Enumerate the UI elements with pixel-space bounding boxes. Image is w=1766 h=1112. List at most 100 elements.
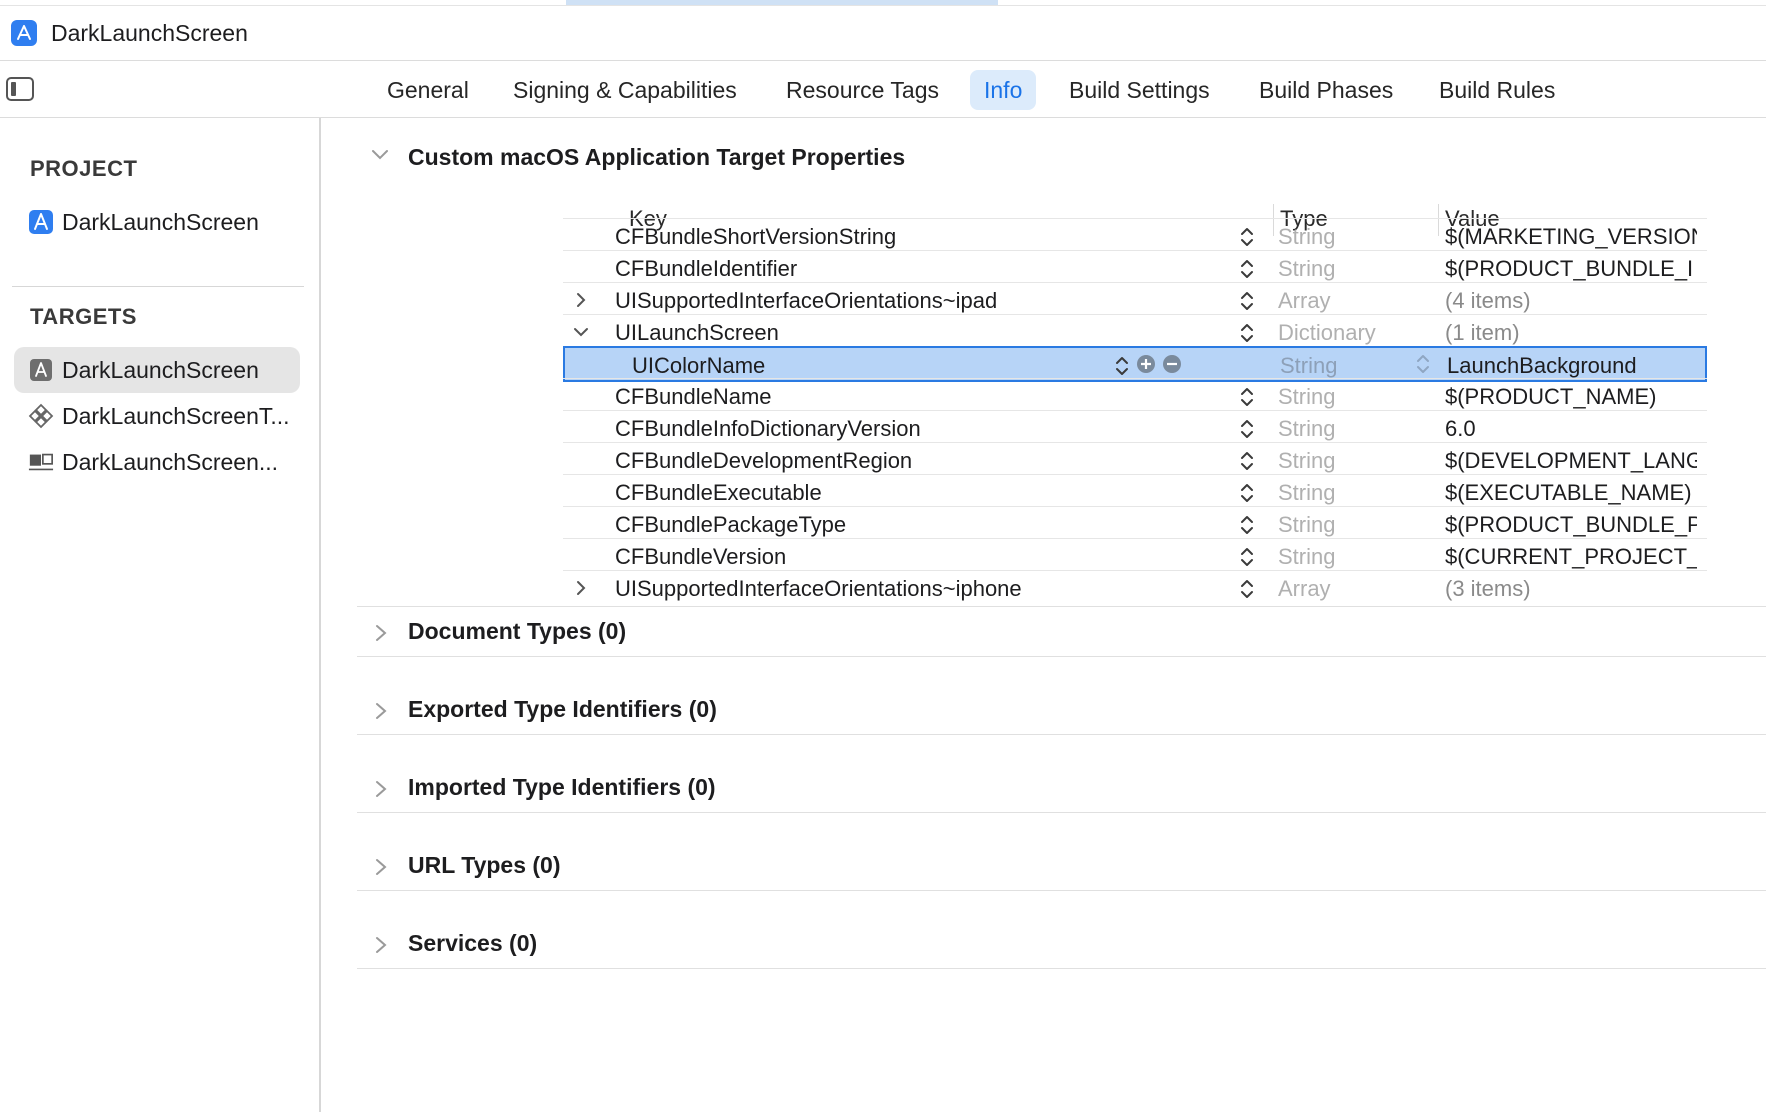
plist-value[interactable]: (1 item) xyxy=(1445,320,1697,346)
chevron-right-icon[interactable] xyxy=(374,936,388,954)
plist-row[interactable]: UISupportedInterfaceOrientations~ipad Arr… xyxy=(563,282,1707,318)
sidebar-item-target-uitests[interactable]: DarkLaunchScreen... xyxy=(14,439,300,485)
plist-key[interactable]: CFBundleInfoDictionaryVersion xyxy=(615,416,921,442)
plist-type[interactable]: String xyxy=(1278,224,1335,250)
tab-build-rules[interactable]: Build Rules xyxy=(1425,70,1569,110)
plist-key[interactable]: UISupportedInterfaceOrientations~iphone xyxy=(615,576,1022,602)
plist-value[interactable]: $(PRODUCT_NAME) xyxy=(1445,384,1697,410)
chevron-right-icon[interactable] xyxy=(573,580,589,596)
plist-value[interactable]: $(PRODUCT_BUNDLE_I xyxy=(1445,256,1697,282)
tab-build-settings[interactable]: Build Settings xyxy=(1055,70,1224,110)
add-row-icon[interactable] xyxy=(1136,354,1156,374)
section-divider xyxy=(357,606,1766,607)
plist-type[interactable]: String xyxy=(1278,416,1335,442)
plist-row[interactable]: CFBundleInfoDictionaryVersion String 6.0 xyxy=(563,410,1707,446)
section-title[interactable]: Imported Type Identifiers (0) xyxy=(408,774,716,801)
section-title[interactable]: Document Types (0) xyxy=(408,618,626,645)
section-title[interactable]: Services (0) xyxy=(408,930,537,957)
tab-signing-capabilities[interactable]: Signing & Capabilities xyxy=(499,70,751,110)
plist-key[interactable]: CFBundleExecutable xyxy=(615,480,822,506)
plist-key[interactable]: CFBundleName xyxy=(615,384,772,410)
plist-type[interactable]: String xyxy=(1278,544,1335,570)
sidebar-item-project[interactable]: DarkLaunchScreen xyxy=(14,199,300,245)
key-stepper-icon[interactable] xyxy=(1240,546,1254,568)
plist-row[interactable]: CFBundleShortVersionString String $(MARKET… xyxy=(563,218,1707,254)
plist-row[interactable]: CFBundlePackageType String $(PRODUCT_BUNDL… xyxy=(563,506,1707,542)
plist-value[interactable]: $(DEVELOPMENT_LANG xyxy=(1445,448,1697,474)
plist-row[interactable]: CFBundleIdentifier String $(PRODUCT_BUNDLE… xyxy=(563,250,1707,286)
plist-type[interactable]: Dictionary xyxy=(1278,320,1376,346)
key-stepper-icon[interactable] xyxy=(1240,514,1254,536)
plist-type[interactable]: String xyxy=(1278,448,1335,474)
plist-key[interactable]: CFBundleVersion xyxy=(615,544,786,570)
app-store-icon xyxy=(11,20,37,46)
section-title-custom-properties: Custom macOS Application Target Properti… xyxy=(408,144,906,170)
chevron-down-icon[interactable] xyxy=(573,324,589,340)
key-stepper-icon[interactable] xyxy=(1240,418,1254,440)
chevron-right-icon[interactable] xyxy=(374,858,388,876)
key-stepper-icon[interactable] xyxy=(1240,482,1254,504)
type-popup-icon[interactable] xyxy=(1416,353,1430,375)
sidebar-toggle-icon[interactable] xyxy=(6,77,34,101)
section-divider xyxy=(357,734,1766,735)
targets-header: TARGETS xyxy=(30,304,137,329)
plist-row[interactable]: CFBundleVersion String $(CURRENT_PROJECT_ xyxy=(563,538,1707,574)
plist-key[interactable]: CFBundleDevelopmentRegion xyxy=(615,448,912,474)
remove-row-icon[interactable] xyxy=(1162,354,1182,374)
plist-key[interactable]: CFBundlePackageType xyxy=(615,512,846,538)
editor-tab-bar: General Signing & Capabilities Resource … xyxy=(0,61,1766,118)
tab-resource-tags[interactable]: Resource Tags xyxy=(772,70,953,110)
chevron-right-icon[interactable] xyxy=(374,780,388,798)
plist-type[interactable]: String xyxy=(1278,480,1335,506)
key-stepper-icon[interactable] xyxy=(1240,578,1254,600)
sidebar-item-label: DarkLaunchScreen xyxy=(62,356,259,383)
plist-value[interactable]: $(MARKETING_VERSION xyxy=(1445,224,1697,250)
plist-type[interactable]: Array xyxy=(1278,576,1331,602)
key-stepper-icon[interactable] xyxy=(1115,355,1129,377)
tab-info[interactable]: Info xyxy=(970,70,1037,110)
chevron-down-icon[interactable] xyxy=(371,148,389,162)
section-title[interactable]: Exported Type Identifiers (0) xyxy=(408,696,717,723)
plist-value[interactable]: $(EXECUTABLE_NAME) xyxy=(1445,480,1697,506)
plist-row[interactable]: UILaunchScreen Dictionary (1 item) xyxy=(563,314,1707,350)
plist-value[interactable]: (4 items) xyxy=(1445,288,1697,314)
sidebar-item-target-app[interactable]: DarkLaunchScreen xyxy=(14,347,300,393)
plist-type[interactable]: String xyxy=(1278,256,1335,282)
plist-type[interactable]: Array xyxy=(1278,288,1331,314)
key-stepper-icon[interactable] xyxy=(1240,322,1254,344)
plist-type[interactable]: String xyxy=(1278,384,1335,410)
plist-row[interactable]: UIColorName String LaunchBackground xyxy=(563,346,1707,382)
plist-value[interactable]: (3 items) xyxy=(1445,576,1697,602)
section-title[interactable]: URL Types (0) xyxy=(408,852,561,879)
window-title: DarkLaunchScreen xyxy=(51,19,248,46)
plist-value[interactable]: LaunchBackground xyxy=(1447,353,1699,379)
chevron-right-icon[interactable] xyxy=(374,624,388,642)
key-stepper-icon[interactable] xyxy=(1240,450,1254,472)
key-stepper-icon[interactable] xyxy=(1240,290,1254,312)
plist-value[interactable]: $(PRODUCT_BUNDLE_P xyxy=(1445,512,1697,538)
plist-row[interactable]: UISupportedInterfaceOrientations~iphone A… xyxy=(563,570,1707,606)
tab-general[interactable]: General xyxy=(373,70,483,110)
test-target-icon xyxy=(28,403,54,429)
plist-type[interactable]: String xyxy=(1278,512,1335,538)
key-stepper-icon[interactable] xyxy=(1240,386,1254,408)
plist-key[interactable]: UIColorName xyxy=(632,353,765,379)
plist-key[interactable]: UISupportedInterfaceOrientations~ipad xyxy=(615,288,997,314)
chevron-right-icon[interactable] xyxy=(374,702,388,720)
tab-build-phases[interactable]: Build Phases xyxy=(1245,70,1407,110)
key-stepper-icon[interactable] xyxy=(1240,226,1254,248)
key-stepper-icon[interactable] xyxy=(1240,258,1254,280)
plist-row[interactable]: CFBundleDevelopmentRegion String $(DEVELOP… xyxy=(563,442,1707,478)
plist-row[interactable]: CFBundleExecutable String $(EXECUTABLE_NAM… xyxy=(563,474,1707,510)
plist-key[interactable]: UILaunchScreen xyxy=(615,320,779,346)
plist-value[interactable]: $(CURRENT_PROJECT_ xyxy=(1445,544,1697,570)
sidebar-item-target-tests[interactable]: DarkLaunchScreenT... xyxy=(14,393,300,439)
plist-key[interactable]: CFBundleIdentifier xyxy=(615,256,797,282)
plist-key[interactable]: CFBundleShortVersionString xyxy=(615,224,896,250)
plist-row[interactable]: CFBundleName String $(PRODUCT_NAME) xyxy=(563,378,1707,414)
ui-test-target-icon xyxy=(28,449,54,475)
plist-value[interactable]: 6.0 xyxy=(1445,416,1697,442)
chevron-right-icon[interactable] xyxy=(573,292,589,308)
plist-type[interactable]: String xyxy=(1280,353,1337,379)
section-divider xyxy=(357,890,1766,891)
